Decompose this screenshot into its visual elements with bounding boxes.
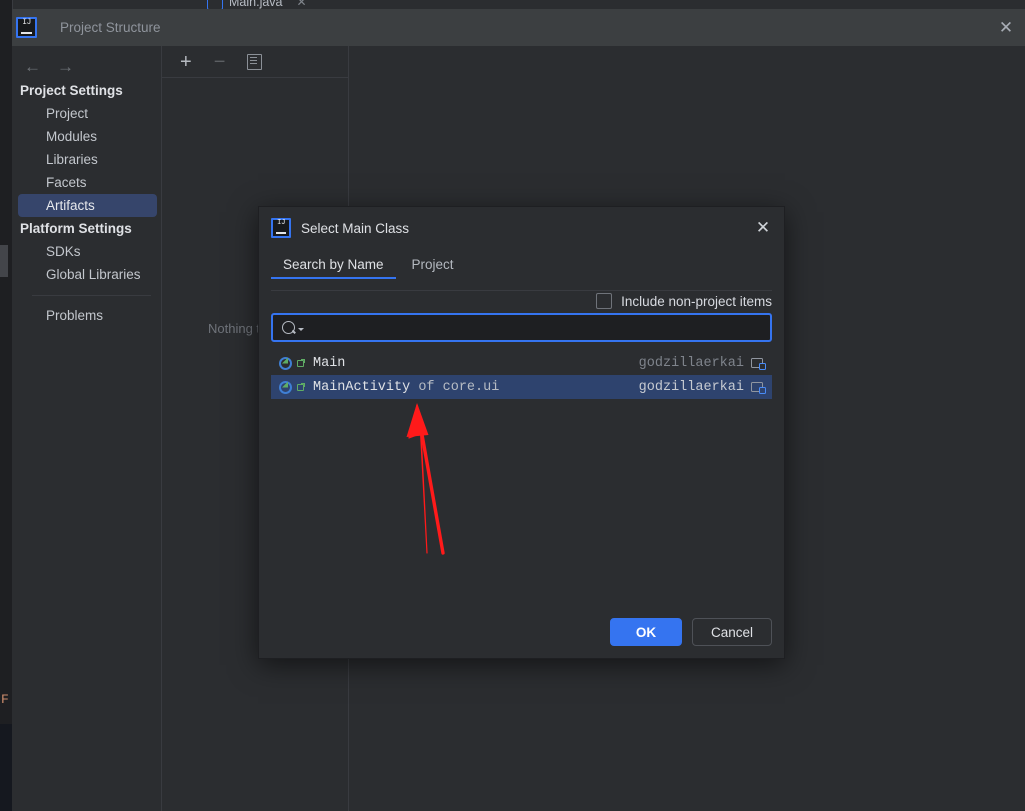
artifacts-toolbar: + − bbox=[162, 46, 348, 78]
sidebar-item-artifacts[interactable]: Artifacts bbox=[18, 194, 157, 217]
class-icon bbox=[279, 356, 292, 370]
module-folder-icon bbox=[751, 381, 766, 394]
list-item[interactable]: MainActivity of core.ui godzillaerkai bbox=[271, 375, 772, 399]
chevron-down-icon[interactable] bbox=[298, 328, 304, 331]
tab-search-by-name[interactable]: Search by Name bbox=[271, 253, 396, 279]
sidebar-item-facets[interactable]: Facets bbox=[12, 171, 161, 194]
result-module-name: godzillaerkai bbox=[638, 355, 744, 371]
dialog-title: Select Main Class bbox=[301, 220, 410, 236]
dialog-tabs-divider bbox=[271, 290, 772, 291]
close-icon[interactable]: ✕ bbox=[993, 15, 1019, 41]
dialog-tabs: Search by Name Project bbox=[271, 249, 784, 279]
list-item[interactable]: Main godzillaerkai bbox=[271, 351, 772, 375]
sidebar-group-project-settings: Project Settings bbox=[20, 83, 123, 98]
ok-button[interactable]: OK bbox=[609, 618, 682, 646]
sidebar-item-sdks[interactable]: SDKs bbox=[12, 240, 161, 263]
intellij-idea-icon bbox=[16, 17, 37, 38]
window-title: Project Structure bbox=[60, 20, 161, 35]
copy-icon[interactable] bbox=[247, 54, 263, 70]
result-module-name: godzillaerkai bbox=[638, 379, 744, 395]
search-results-list: Main godzillaerkai MainActivity of core.… bbox=[271, 351, 772, 606]
sidebar-item-project[interactable]: Project bbox=[12, 102, 161, 125]
remove-icon: − bbox=[213, 50, 226, 73]
tab-project[interactable]: Project bbox=[400, 253, 466, 279]
ide-tool-window-tab[interactable] bbox=[0, 245, 8, 277]
result-class-qualifier: of core.ui bbox=[410, 379, 500, 395]
sidebar-item-global-libraries[interactable]: Global Libraries bbox=[12, 263, 161, 286]
sidebar-item-problems[interactable]: Problems bbox=[12, 304, 161, 327]
sidebar-divider bbox=[32, 295, 151, 296]
editor-tab-label: Main.java bbox=[229, 0, 283, 9]
search-field[interactable] bbox=[271, 313, 772, 342]
include-non-project-items-row[interactable]: Include non-project items bbox=[596, 293, 772, 309]
include-non-project-items-checkbox[interactable] bbox=[596, 293, 613, 309]
final-class-marker-icon bbox=[297, 359, 305, 367]
include-non-project-items-label: Include non-project items bbox=[621, 293, 772, 309]
add-icon[interactable]: + bbox=[180, 52, 192, 72]
forward-arrow-icon[interactable]: → bbox=[57, 58, 74, 75]
backdrop-stray-text: F bbox=[1, 692, 9, 707]
search-icon bbox=[282, 321, 295, 334]
sidebar-nav-arrows: ← → bbox=[12, 46, 161, 79]
result-class-name: MainActivity of core.ui bbox=[313, 379, 500, 395]
module-folder-icon bbox=[751, 357, 766, 370]
class-icon bbox=[279, 380, 292, 394]
settings-sidebar: ← → Project Settings Project Modules Lib… bbox=[12, 46, 162, 811]
ide-left-strip-lower bbox=[0, 724, 12, 811]
sidebar-item-modules[interactable]: Modules bbox=[12, 125, 161, 148]
result-class-name: Main bbox=[313, 355, 346, 371]
intellij-idea-icon bbox=[271, 218, 291, 238]
search-input[interactable] bbox=[310, 319, 754, 336]
dialog-button-bar: OK Cancel bbox=[609, 618, 772, 646]
project-structure-titlebar: Project Structure ✕ bbox=[12, 9, 1025, 46]
close-icon[interactable]: ✕ bbox=[297, 0, 307, 9]
close-icon[interactable]: ✕ bbox=[750, 215, 776, 241]
dialog-titlebar: Select Main Class ✕ bbox=[259, 207, 784, 249]
cancel-button[interactable]: Cancel bbox=[691, 618, 772, 646]
back-arrow-icon[interactable]: ← bbox=[24, 58, 41, 75]
final-class-marker-icon bbox=[297, 383, 305, 391]
sidebar-item-libraries[interactable]: Libraries bbox=[12, 148, 161, 171]
sidebar-group-platform-settings: Platform Settings bbox=[20, 221, 132, 236]
select-main-class-dialog: Select Main Class ✕ Search by Name Proje… bbox=[258, 206, 785, 659]
